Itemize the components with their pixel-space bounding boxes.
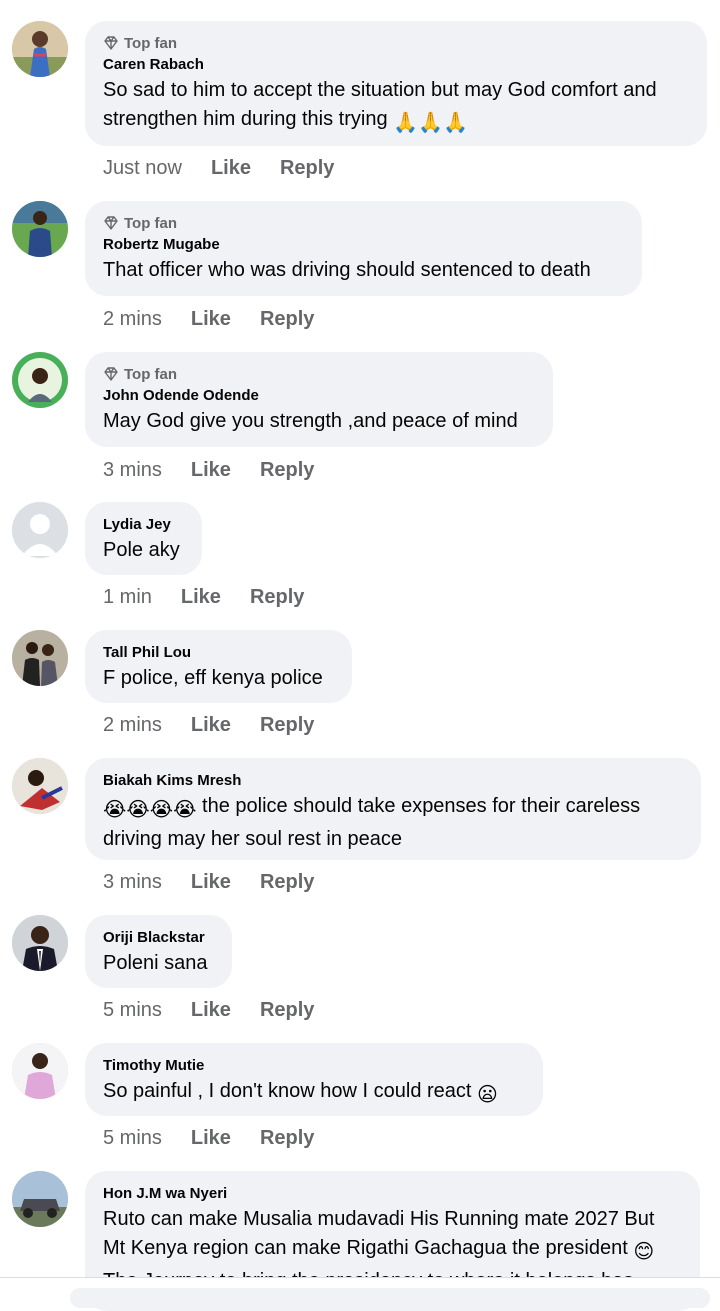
comment-bubble: Top fan Robertz Mugabe That officer who … — [85, 201, 642, 296]
avatar[interactable] — [12, 502, 68, 558]
comment-actions: 5 mins Like Reply — [103, 997, 314, 1023]
avatar[interactable] — [12, 1043, 68, 1099]
avatar[interactable] — [12, 352, 68, 408]
comment-bubble: Tall Phil Lou F police, eff kenya police — [85, 630, 352, 703]
comment-bubble: Top fan John Odende Odende May God give … — [85, 352, 553, 447]
comment-time[interactable]: 5 mins — [103, 1127, 162, 1150]
comment-time[interactable]: 1 min — [103, 586, 152, 609]
commenter-name[interactable]: Oriji Blackstar — [103, 929, 214, 947]
comment-actions: 2 mins Like Reply — [103, 306, 314, 332]
reply-button[interactable]: Reply — [260, 308, 314, 331]
avatar[interactable] — [12, 201, 68, 257]
comment-time[interactable]: 5 mins — [103, 999, 162, 1022]
like-button[interactable]: Like — [191, 1127, 231, 1150]
top-fan-label: Top fan — [124, 214, 178, 232]
top-fan-badge[interactable]: Top fan — [103, 214, 624, 232]
comment-text: That officer who was driving should sent… — [103, 259, 591, 281]
folded-hands-emoji: 🙏🙏🙏 — [393, 112, 468, 134]
comment-text: Poleni sana — [103, 952, 208, 974]
like-button[interactable]: Like — [191, 714, 231, 737]
avatar[interactable] — [12, 630, 68, 686]
commenter-name[interactable]: Timothy Mutie — [103, 1057, 525, 1075]
comment-time[interactable]: Just now — [103, 157, 182, 180]
top-fan-badge[interactable]: Top fan — [103, 34, 689, 52]
like-button[interactable]: Like — [191, 871, 231, 894]
crying-emoji: 😭😭😭😭 — [103, 799, 197, 821]
reply-button[interactable]: Reply — [260, 459, 314, 482]
comment-bubble: Oriji Blackstar Poleni sana — [85, 915, 232, 988]
like-button[interactable]: Like — [191, 308, 231, 331]
diamond-icon — [104, 216, 118, 230]
top-fan-badge[interactable]: Top fan — [103, 365, 535, 383]
comment-actions: 3 mins Like Reply — [103, 869, 314, 895]
like-button[interactable]: Like — [181, 586, 221, 609]
commenter-name[interactable]: Robertz Mugabe — [103, 236, 624, 254]
comment-text: So painful , I don't know how I could re… — [103, 1077, 525, 1110]
comment-bubble: Lydia Jey Pole aky — [85, 502, 202, 575]
comment-time[interactable]: 2 mins — [103, 714, 162, 737]
diamond-icon — [104, 367, 118, 381]
avatar[interactable] — [12, 21, 68, 77]
comment-time[interactable]: 3 mins — [103, 459, 162, 482]
comment-text: So sad to him to accept the situation bu… — [103, 76, 689, 138]
like-button[interactable]: Like — [191, 999, 231, 1022]
comment-text: May God give you strength ,and peace of … — [103, 410, 518, 432]
comment-input-bar[interactable] — [70, 1288, 710, 1308]
comment-actions: 3 mins Like Reply — [103, 457, 314, 483]
frowning-emoji: 😦 — [477, 1084, 498, 1106]
comment-actions: 2 mins Like Reply — [103, 712, 314, 738]
smiling-emoji: 😊 — [633, 1241, 655, 1263]
like-button[interactable]: Like — [211, 157, 251, 180]
reply-button[interactable]: Reply — [260, 999, 314, 1022]
reply-button[interactable]: Reply — [280, 157, 334, 180]
reply-button[interactable]: Reply — [260, 871, 314, 894]
commenter-name[interactable]: Biakah Kims Mresh — [103, 772, 683, 790]
reply-button[interactable]: Reply — [260, 714, 314, 737]
avatar[interactable] — [12, 915, 68, 971]
comment-text: Pole aky — [103, 539, 180, 561]
commenter-name[interactable]: Lydia Jey — [103, 516, 184, 534]
comment-time[interactable]: 3 mins — [103, 871, 162, 894]
comment-bubble: Timothy Mutie So painful , I don't know … — [85, 1043, 543, 1116]
top-fan-label: Top fan — [124, 34, 178, 52]
avatar[interactable] — [12, 758, 68, 814]
like-button[interactable]: Like — [191, 459, 231, 482]
avatar[interactable] — [12, 1171, 68, 1227]
comment-actions: 1 min Like Reply — [103, 584, 304, 610]
comment-bubble: Top fan Caren Rabach So sad to him to ac… — [85, 21, 707, 146]
comment-time[interactable]: 2 mins — [103, 308, 162, 331]
top-fan-label: Top fan — [124, 365, 178, 383]
commenter-name[interactable]: John Odende Odende — [103, 387, 535, 405]
comment-text: 😭😭😭😭 the police should take expenses for… — [103, 795, 641, 850]
comment-bubble: Biakah Kims Mresh 😭😭😭😭 the police should… — [85, 758, 701, 860]
commenter-name[interactable]: Tall Phil Lou — [103, 644, 334, 662]
diamond-icon — [104, 36, 118, 50]
reply-button[interactable]: Reply — [260, 1127, 314, 1150]
comment-text: F police, eff kenya police — [103, 667, 323, 689]
reply-button[interactable]: Reply — [250, 586, 304, 609]
comment-actions: 5 mins Like Reply — [103, 1125, 314, 1151]
commenter-name[interactable]: Hon J.M wa Nyeri — [103, 1185, 682, 1203]
comment-actions: Just now Like Reply — [103, 155, 334, 181]
commenter-name[interactable]: Caren Rabach — [103, 56, 689, 74]
